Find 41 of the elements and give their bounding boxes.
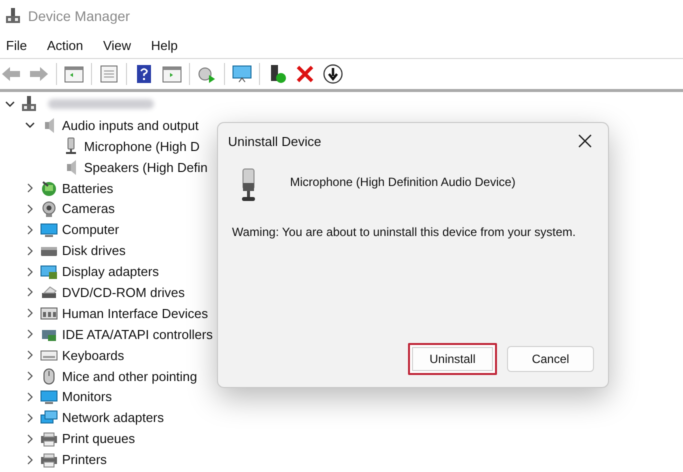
tree-item[interactable]: Disk drives xyxy=(62,243,126,258)
warning-message: Waming: You are about to uninstall this device from your system. xyxy=(232,225,577,239)
computer-icon xyxy=(40,388,58,406)
properties-icon[interactable] xyxy=(98,63,120,85)
camera-icon xyxy=(40,200,58,218)
monitor-icon[interactable] xyxy=(231,63,253,85)
computer-icon xyxy=(40,220,58,239)
menu-item[interactable]: Help xyxy=(151,38,178,52)
tree-item[interactable]: Display adapters xyxy=(62,264,159,280)
tree-item[interactable]: Monitors xyxy=(62,389,112,404)
tree-item[interactable]: Printers xyxy=(62,452,107,468)
battery-icon xyxy=(40,179,58,197)
tree-item[interactable]: Human Interface Devices xyxy=(62,306,208,321)
tree-item[interactable]: Audio inputs and output xyxy=(62,118,199,133)
printer-icon xyxy=(40,430,58,448)
menu-item[interactable]: File xyxy=(6,38,27,52)
tree-item[interactable]: IDE ATA/ATAPI controllers xyxy=(62,326,213,342)
tree-item[interactable]: Computer xyxy=(62,222,120,238)
tree-item[interactable]: Keyboards xyxy=(62,348,124,363)
dialog-title: Uninstall Device xyxy=(228,134,322,148)
cancel-button[interactable]: Cancel xyxy=(507,346,594,372)
device-name: Microphone (High Definition Audio Device) xyxy=(290,175,516,189)
tree-item[interactable]: Speakers (High Defin xyxy=(84,160,208,175)
app-icon xyxy=(4,7,22,25)
tree-item[interactable]: Mice and other pointing xyxy=(62,368,198,384)
tree-item[interactable]: Microphone (High D xyxy=(84,138,200,154)
uninstall-button[interactable]: Uninstall xyxy=(408,343,497,375)
tree-item[interactable]: Network adapters xyxy=(62,410,164,426)
close-icon[interactable] xyxy=(578,134,592,148)
tree-item[interactable]: Cameras xyxy=(62,201,115,216)
tree-item[interactable]: Print queues xyxy=(62,431,135,446)
printer-icon xyxy=(40,450,58,469)
tree-item[interactable]: Batteries xyxy=(62,180,114,196)
uninstall-icon[interactable] xyxy=(294,63,316,85)
disable-device-icon[interactable] xyxy=(322,63,344,85)
display-icon xyxy=(40,262,58,281)
window-title: Device Manager xyxy=(28,8,130,24)
menu-item[interactable]: View xyxy=(103,38,132,52)
computer-icon xyxy=(20,95,38,114)
menu-item[interactable]: Action xyxy=(46,38,84,52)
tree-item[interactable]: DVD/CD-ROM drives xyxy=(62,284,185,300)
